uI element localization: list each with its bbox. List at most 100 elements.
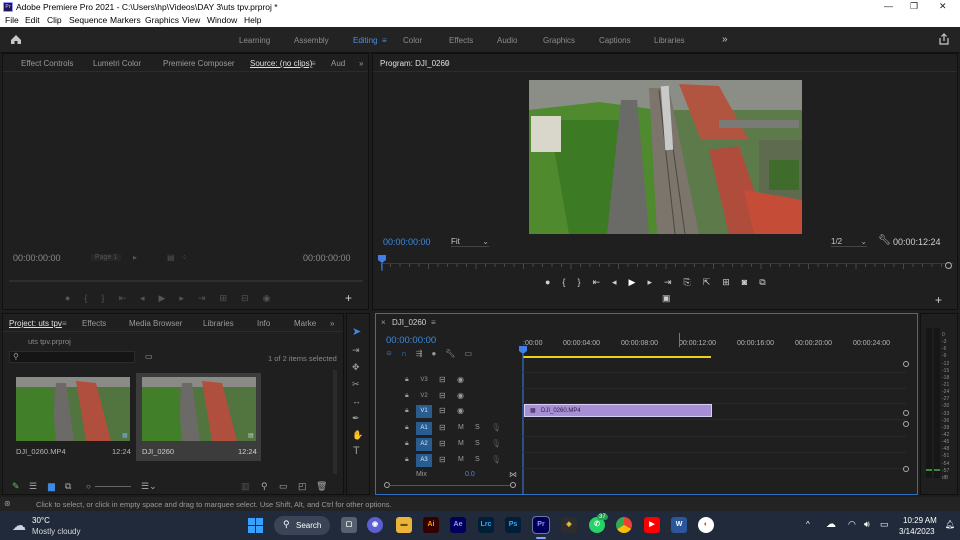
vertical-zoom-handle[interactable] [903,421,909,427]
sequence-menu-icon[interactable]: ≡ [431,318,436,327]
davinci-resolve-icon[interactable]: ◈ [561,517,577,533]
type-tool-icon[interactable]: T [353,446,360,457]
clock-date[interactable]: 3/14/2023 [899,527,935,536]
eye-icon[interactable]: ◉ [457,391,464,401]
mix-volume-value[interactable]: 0.0 [465,471,475,478]
eye-icon[interactable]: ◉ [457,375,464,385]
tab-media-browser[interactable]: Media Browser [129,319,182,328]
new-item-icon[interactable]: ◰ [298,481,307,492]
mute-button[interactable]: M [458,439,464,449]
track-target-a2[interactable]: A2 [416,438,432,451]
tab-markers[interactable]: Marke [294,319,316,328]
sync-lock-icon[interactable]: ⊟ [439,391,446,401]
project-item[interactable]: ▦ DJI_0260.MP4 12:24 [10,373,135,461]
project-search-input[interactable]: ⚲ [9,351,135,363]
pen-tool-icon[interactable]: ✒ [352,413,360,423]
menu-clip[interactable]: Clip [47,15,62,25]
razor-tool-icon[interactable]: ✂ [352,379,360,389]
program-time-ruler[interactable] [381,263,953,269]
word-icon[interactable]: W [671,517,687,533]
mute-button[interactable]: M [458,455,464,465]
menu-view[interactable]: View [182,15,200,25]
tab-premiere-composer[interactable]: Premiere Composer [163,59,235,68]
page-arrow-icon[interactable]: ▸ [133,253,137,262]
workspace-captions[interactable]: Captions [599,36,631,45]
minimize-button[interactable]: — [884,1,893,11]
tab-audio-clip-mixer[interactable]: Aud [331,59,345,68]
project-item-selected[interactable]: ▤ DJI_0260 12:24 [136,373,261,461]
track-target-a1[interactable]: A1 [416,422,432,435]
source-transport-controls[interactable]: ●{}⇤◂▶▸⇥⊞⊟◉ [65,293,284,304]
workspace-libraries[interactable]: Libraries [654,36,685,45]
track-target-v1[interactable]: V1 [416,405,432,418]
workspace-effects[interactable]: Effects [449,36,473,45]
freeform-view-icon[interactable]: ⧉ [65,481,71,492]
cloud-weather-icon[interactable]: ☁ [12,517,26,534]
source-scrubber[interactable] [9,280,363,282]
photoshop-icon[interactable]: Ps [505,517,521,533]
vertical-zoom-handle[interactable] [903,410,909,416]
menu-file[interactable]: File [5,15,19,25]
track-header-v2[interactable]: 🔒︎ V2 ⊟ ◉ [385,389,523,404]
fit-icon[interactable]: ▤ [167,253,175,262]
horizontal-scrollbar[interactable] [388,485,510,486]
teams-chat-icon[interactable]: ◉ [367,517,383,533]
notification-bell-icon[interactable]: 🔔︎ [945,520,955,529]
track-header-a1[interactable]: 🔒︎ A1 ⊟ M S 🎙︎ [385,421,523,436]
track-target-v3[interactable]: V3 [416,374,432,387]
workspace-assembly[interactable]: Assembly [294,36,329,45]
menu-help[interactable]: Help [244,15,261,25]
microphone-icon[interactable]: 🎙︎ [491,423,501,433]
share-icon[interactable] [938,33,950,45]
workspace-color[interactable]: Color [403,36,422,45]
show-hidden-icons-icon[interactable]: ^ [806,520,810,529]
icon-view-icon[interactable]: ▆ [48,481,55,492]
lock-icon[interactable]: 🔒︎ [405,455,409,465]
lightroom-classic-icon[interactable]: Lrc [478,517,494,533]
tab-effects[interactable]: Effects [82,319,106,328]
track-header-v1[interactable]: 🔒︎ V1 ⊟ ◉ [385,404,523,419]
track-select-tool-icon[interactable]: ⇥ [352,345,360,355]
file-explorer-icon[interactable]: ▬ [396,517,412,533]
program-transport-controls[interactable]: ●{}⇤◂▶▸⇥⎘⇱⊞◙⧉ [545,277,778,288]
tab-info[interactable]: Info [257,319,270,328]
track-header-v3[interactable]: 🔒︎ V3 ⊟ ◉ [385,373,523,388]
source-timecode[interactable]: 00:00:00:00 [13,253,61,263]
workspace-editing[interactable]: Editing [353,36,377,45]
lock-icon[interactable]: 🔒︎ [405,406,409,416]
weather-description[interactable]: Mostly cloudy [32,527,80,536]
video-clip-v1[interactable]: ▦ DJI_0260.MP4 [524,404,712,417]
hand-tool-icon[interactable]: ✋ [352,430,363,440]
solo-button[interactable]: S [475,455,480,465]
write-protect-pencil-icon[interactable]: ✎ [12,481,20,492]
tab-source[interactable]: Source: (no clips) [250,59,312,68]
illustrator-icon[interactable]: Ai [423,517,439,533]
vertical-zoom-handle[interactable] [903,361,909,367]
eye-icon[interactable]: ◉ [457,406,464,416]
program-video-frame[interactable] [529,80,802,234]
mute-button[interactable]: M [458,423,464,433]
sort-icon[interactable]: ☰⌄ [141,481,157,492]
resolution-dropdown[interactable]: 1/2 ⌄ [831,237,867,247]
workspace-menu-icon[interactable]: ≡ [382,36,387,45]
horizontal-scroll-end[interactable] [510,482,516,488]
premiere-pro-taskbar-icon[interactable]: Pr [532,516,550,534]
track-target-a3[interactable]: A3 [416,454,432,467]
program-timecode[interactable]: 00:00:00:00 [383,237,431,247]
maximize-button[interactable]: ❐ [910,1,918,12]
sync-lock-icon[interactable]: ⊟ [439,439,446,449]
new-bin-from-search-icon[interactable]: ▭ [145,352,153,361]
lock-icon[interactable]: 🔒︎ [405,375,409,385]
list-view-icon[interactable]: ☰ [29,481,37,492]
timeline-ruler[interactable]: :00:00 00:00:04:00 00:00:08:00 00:00:12:… [523,333,906,355]
sequence-tab[interactable]: DJI_0260 [392,318,426,327]
timeline-toolbar[interactable]: ⯐∩⇶●🔧︎▭ [386,348,481,362]
more-tabs-icon[interactable]: » [359,59,363,68]
clock-time[interactable]: 10:29 AM [903,516,937,525]
menu-graphics[interactable]: Graphics [145,15,179,25]
project-scrollbar[interactable] [333,370,337,474]
track-header-a2[interactable]: 🔒︎ A2 ⊟ M S 🎙︎ [385,437,523,452]
volume-icon[interactable]: 🔊︎ [864,519,870,530]
ruler-end-handle[interactable] [945,262,952,269]
workspace-graphics[interactable]: Graphics [543,36,575,45]
